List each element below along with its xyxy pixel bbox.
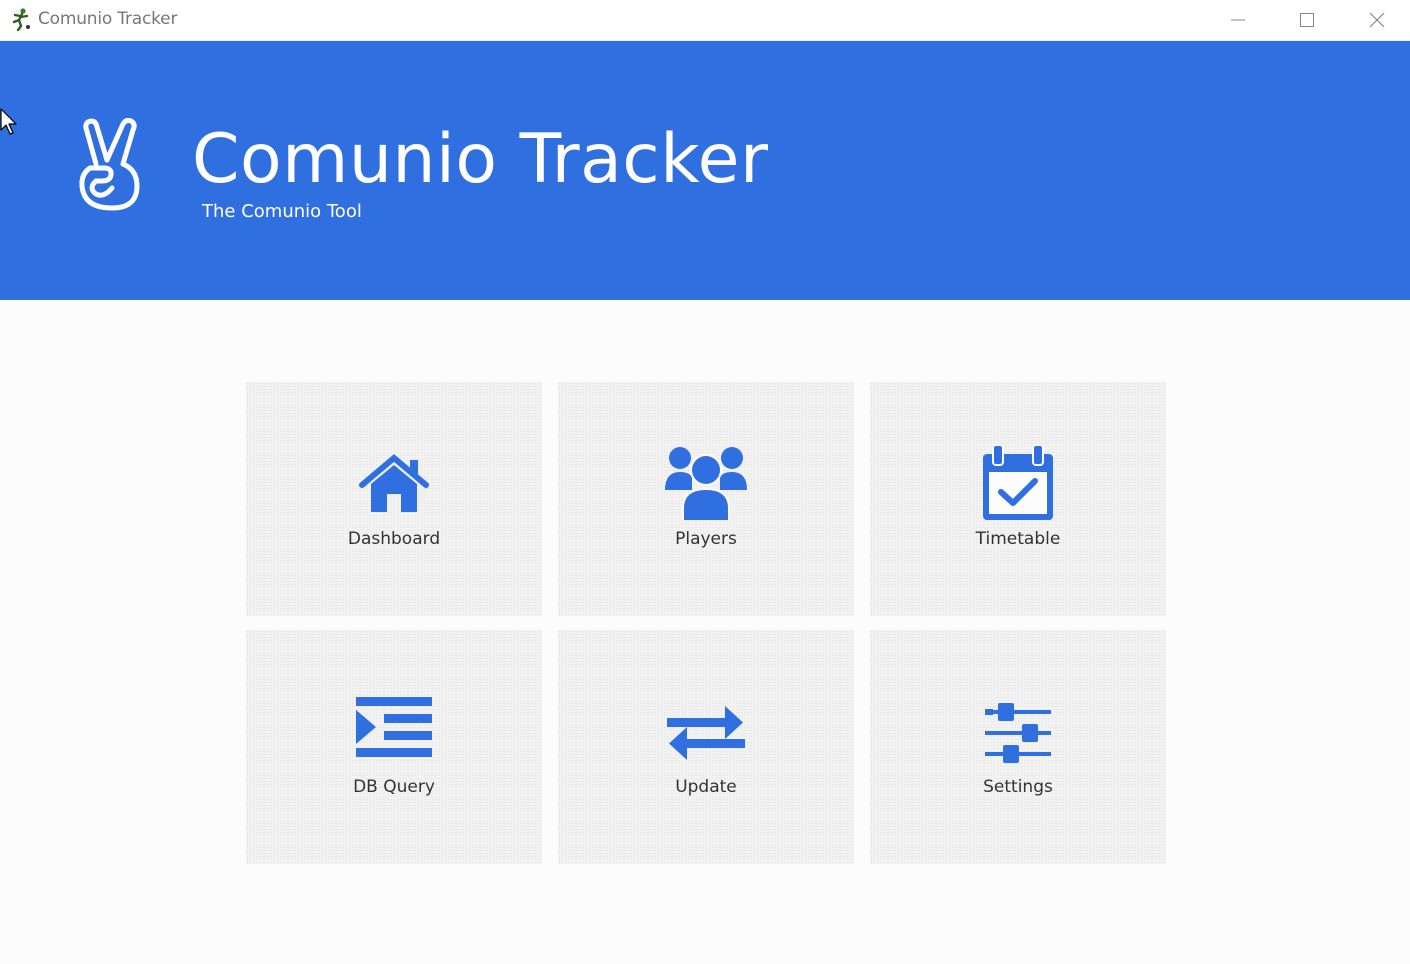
dashboard-tile[interactable]: Dashboard (246, 382, 542, 616)
window-titlebar: Comunio Tracker (0, 0, 1410, 41)
tile-label: Timetable (975, 529, 1061, 549)
close-icon (1369, 12, 1385, 28)
update-tile[interactable]: Update (558, 630, 854, 864)
mouse-cursor-icon (0, 108, 17, 135)
tile-label: Players (675, 529, 737, 549)
tile-label: Dashboard (347, 529, 441, 549)
tile-label: DB Query (353, 777, 435, 797)
close-button[interactable] (1342, 0, 1410, 40)
users-icon (665, 447, 747, 520)
sliders-icon (985, 703, 1051, 763)
exchange-arrows-icon (667, 706, 745, 760)
tile-label: Update (675, 777, 737, 797)
tile-label: Settings (983, 777, 1053, 797)
peace-hand-logo-icon (79, 118, 140, 211)
timetable-tile[interactable]: Timetable (870, 382, 1166, 616)
home-icon (359, 454, 429, 512)
settings-tile[interactable]: Settings (870, 630, 1166, 864)
db-query-tile[interactable]: DB Query (246, 630, 542, 864)
calendar-check-icon (983, 444, 1053, 520)
minimize-button[interactable] (1203, 0, 1273, 40)
indent-list-icon (356, 697, 432, 757)
window-title: Comunio Tracker (38, 9, 178, 29)
soccer-player-icon (12, 8, 30, 31)
app-title: Comunio Tracker (192, 120, 769, 199)
app-subtitle: The Comunio Tool (202, 201, 362, 222)
minimize-icon (1231, 19, 1245, 21)
maximize-button[interactable] (1272, 0, 1342, 40)
maximize-icon (1300, 13, 1314, 27)
players-tile[interactable]: Players (558, 382, 854, 616)
